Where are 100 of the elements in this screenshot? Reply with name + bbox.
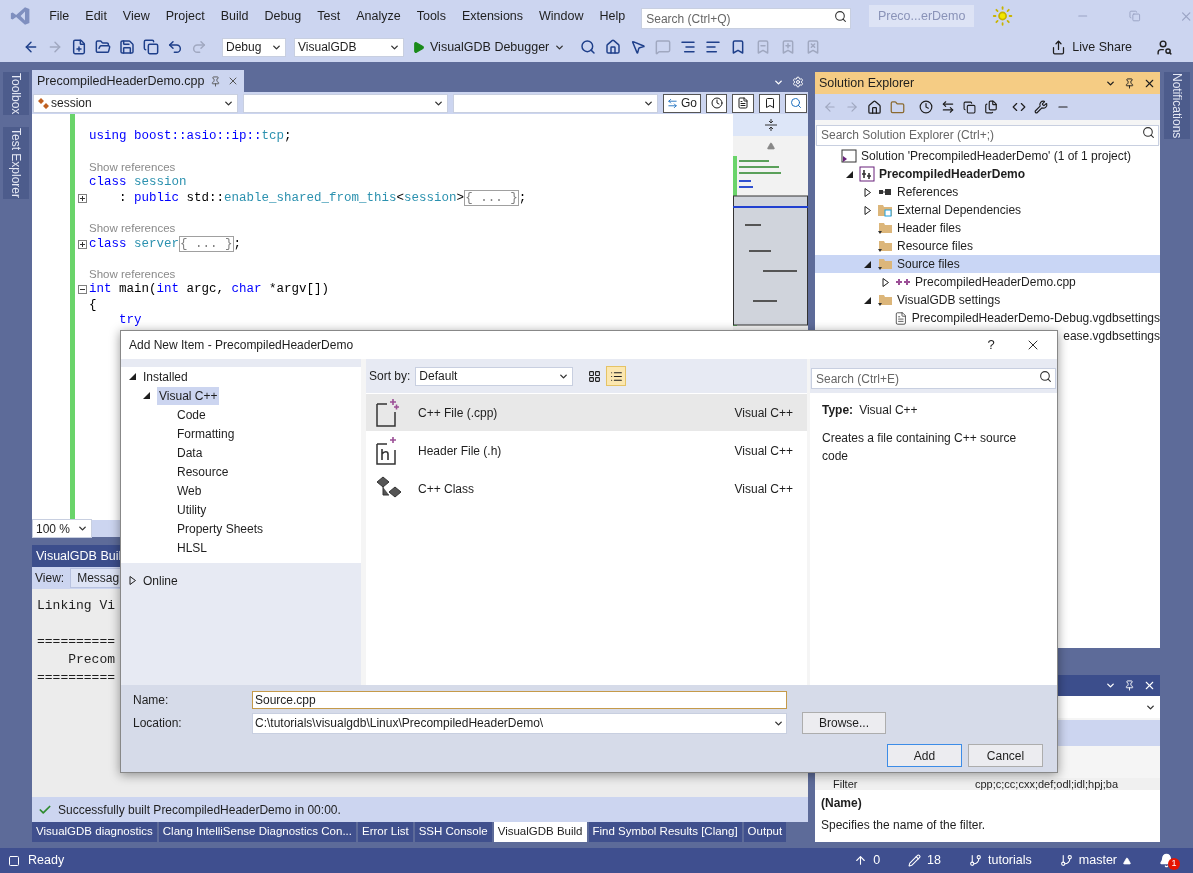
category-item[interactable]: Visual C++: [121, 386, 361, 405]
category-item[interactable]: Data: [121, 443, 361, 462]
tree-item[interactable]: Source files: [815, 255, 1160, 273]
tree-item[interactable]: VisualGDB settings: [815, 291, 1160, 309]
pushes-indicator[interactable]: 0: [854, 851, 881, 870]
tree-item[interactable]: External Dependencies: [815, 201, 1160, 219]
scope-dropdown[interactable]: session: [33, 93, 238, 113]
panel-tab[interactable]: Clang IntelliSense Diagnostics Con...: [158, 822, 356, 842]
menu-item[interactable]: Tools: [408, 6, 454, 26]
editor-tab[interactable]: PrecompiledHeaderDemo.cpp: [32, 70, 245, 92]
menu-item[interactable]: Window: [531, 6, 592, 26]
category-item[interactable]: Resource: [121, 462, 361, 481]
menu-item[interactable]: Edit: [77, 6, 115, 26]
collapse-arrow-icon[interactable]: [846, 169, 854, 179]
category-item[interactable]: Web: [121, 481, 361, 500]
expand-arrow-icon[interactable]: [864, 187, 872, 197]
panel-tab[interactable]: VisualGDB Build: [493, 822, 587, 842]
live-share-button[interactable]: Live Share: [1051, 37, 1132, 57]
collapse-arrow-icon[interactable]: [864, 295, 872, 305]
category-item[interactable]: Property Sheets: [121, 519, 361, 538]
pin-icon[interactable]: [1124, 680, 1135, 691]
clock-icon[interactable]: [919, 100, 933, 114]
timer-button[interactable]: [705, 93, 728, 113]
close-icon[interactable]: [1143, 679, 1156, 692]
location-dropdown[interactable]: C:\tutorials\visualgdb\Linux\PrecompiledHeaderDemo\: [252, 712, 787, 734]
tree-item[interactable]: Resource files: [815, 237, 1160, 255]
list-view-button[interactable]: [606, 366, 627, 386]
platform-dropdown[interactable]: VisualGDB: [294, 37, 404, 57]
category-item[interactable]: Installed: [121, 367, 361, 386]
dropdown-icon[interactable]: [1105, 680, 1116, 691]
go-button[interactable]: Go: [662, 93, 701, 113]
side-tab[interactable]: Test Explorer: [3, 127, 29, 200]
template-item[interactable]: C++ Class Visual C++: [366, 470, 807, 507]
repository-indicator[interactable]: tutorials: [969, 851, 1032, 870]
search-field[interactable]: Search Solution Explorer (Ctrl+;): [816, 124, 1159, 146]
folder-icon[interactable]: [890, 99, 905, 115]
category-item[interactable]: Code: [121, 405, 361, 424]
menu-item[interactable]: Extensions: [453, 6, 532, 26]
panel-tab[interactable]: Output: [743, 822, 787, 842]
browse-button[interactable]: Browse...: [802, 712, 886, 734]
sync-icon[interactable]: [941, 100, 955, 114]
menu-item[interactable]: File: [41, 6, 78, 26]
collapse-arrow-icon[interactable]: [129, 372, 137, 381]
tree-item[interactable]: References: [815, 183, 1160, 201]
category-item[interactable]: Formatting: [121, 424, 361, 443]
expand-arrow-icon[interactable]: [882, 277, 890, 287]
expand-arrow-icon[interactable]: [129, 576, 137, 585]
menu-item[interactable]: View: [114, 6, 158, 26]
files-icon[interactable]: [984, 100, 998, 114]
tree-item[interactable]: PrecompiledHeaderDemo.cpp: [815, 273, 1160, 291]
changes-indicator[interactable]: 18: [908, 851, 941, 870]
start-debugger-button[interactable]: VisualGDB Debugger: [412, 37, 566, 57]
show-references-link[interactable]: Show references: [89, 266, 176, 284]
tree-item[interactable]: PrecompiledHeaderDemo: [815, 165, 1160, 183]
pin-icon[interactable]: [210, 75, 222, 87]
side-tab[interactable]: Notifications: [1163, 72, 1190, 140]
category-item[interactable]: Utility: [121, 500, 361, 519]
menu-item[interactable]: Test: [309, 6, 349, 26]
collapse-icon[interactable]: [77, 285, 87, 295]
side-tab[interactable]: Toolbox: [3, 72, 29, 116]
tree-item[interactable]: Header files: [815, 219, 1160, 237]
template-item[interactable]: C++ File (.cpp) Visual C++: [366, 394, 807, 431]
wrench-icon[interactable]: [1034, 100, 1048, 114]
expand-arrow-icon[interactable]: [864, 205, 872, 215]
search-field[interactable]: Search (Ctrl+E): [811, 368, 1056, 389]
expand-icon[interactable]: [77, 239, 87, 249]
document-button[interactable]: [732, 93, 754, 113]
expand-icon[interactable]: [77, 193, 87, 203]
menu-item[interactable]: Project: [157, 6, 213, 26]
cancel-button[interactable]: Cancel: [968, 744, 1043, 767]
zoom-dropdown[interactable]: 100 %: [32, 519, 92, 538]
template-item[interactable]: Header File (.h) Visual C++: [366, 432, 807, 469]
tree-item[interactable]: PrecompiledHeaderDemo-Debug.vgdbsettings: [815, 309, 1160, 327]
panel-tab[interactable]: VisualGDB diagnostics: [32, 822, 157, 842]
menu-item[interactable]: Help: [591, 6, 634, 26]
tree-item[interactable]: Solution 'PrecompiledHeaderDemo' (1 of 1 project): [815, 147, 1160, 165]
sort-dropdown[interactable]: Default: [415, 366, 574, 386]
home-icon[interactable]: [867, 99, 882, 115]
menu-item[interactable]: Analyze: [348, 6, 409, 26]
pin-icon[interactable]: [1124, 77, 1135, 89]
branch-indicator[interactable]: master: [1059, 851, 1131, 870]
feedback-icon[interactable]: [1156, 38, 1173, 56]
settings-icon[interactable]: [792, 76, 804, 88]
name-field[interactable]: Source.cpp: [252, 691, 787, 709]
scroll-up-icon[interactable]: [766, 142, 775, 150]
configuration-dropdown[interactable]: Debug: [222, 37, 286, 57]
tag-button[interactable]: [758, 93, 781, 113]
search-button[interactable]: [785, 93, 807, 113]
code-icon[interactable]: [1012, 100, 1026, 114]
show-references-link[interactable]: Show references: [89, 158, 176, 177]
collapse-arrow-icon[interactable]: [864, 259, 872, 269]
panel-tab[interactable]: Error List: [358, 822, 413, 842]
menu-item[interactable]: Debug: [256, 6, 310, 26]
help-button[interactable]: ?: [981, 335, 1001, 355]
add-button[interactable]: Add: [887, 744, 962, 767]
panel-tab[interactable]: SSH Console: [414, 822, 492, 842]
collapse-arrow-icon[interactable]: [143, 391, 151, 400]
panel-tab[interactable]: Find Symbol Results [Clang]: [588, 822, 742, 842]
show-references-link[interactable]: Show references: [89, 220, 176, 238]
menu-item[interactable]: Build: [212, 6, 257, 26]
